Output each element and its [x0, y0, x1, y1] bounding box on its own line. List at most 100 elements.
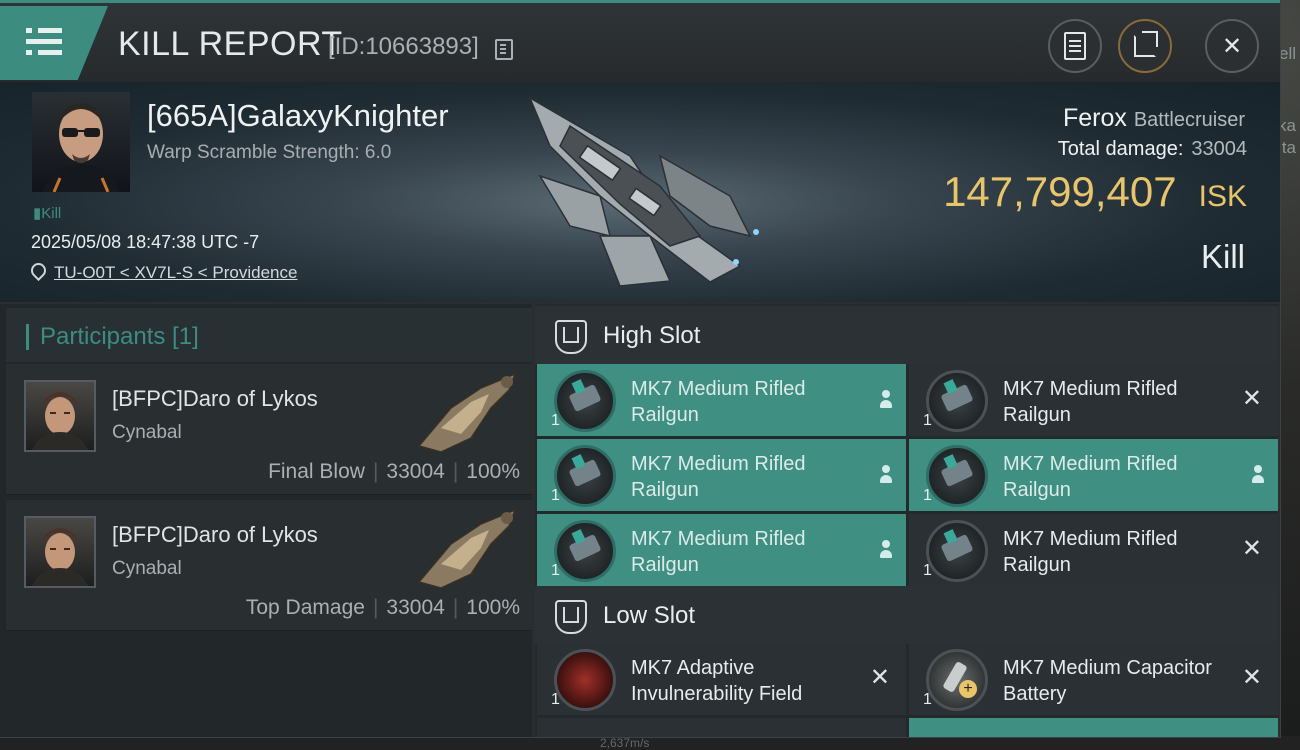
module-name: MK7 Medium Rifled Railgun	[1003, 378, 1178, 426]
destroyed-x-icon: ✕	[869, 664, 890, 691]
participant-percent: 100%	[466, 596, 520, 619]
report-id: [ID:10663893]	[328, 33, 479, 60]
dropped-person-icon	[880, 540, 892, 560]
module-quantity: 1	[551, 487, 560, 504]
high-slot-header: High Slot	[535, 306, 1278, 364]
destroyed-x-icon: ✕	[1241, 664, 1262, 691]
menu-icon-gap	[32, 28, 38, 33]
module-item[interactable]: + 1 MK7 Medium Capacitor Battery ✕	[909, 643, 1278, 715]
ship-class: Battlecruiser	[1133, 109, 1245, 131]
isk-value: 147,799,407 ISK	[943, 168, 1247, 216]
title-bar: KILL REPORT [ID:10663893] ✕	[0, 0, 1280, 83]
capacitor-battery-icon: +	[926, 649, 988, 711]
kill-datetime: 2025/05/08 18:47:38 UTC -7	[31, 232, 260, 252]
high-slot-title: High Slot	[603, 322, 701, 349]
participant-name[interactable]: [BFPC]Daro of Lykos	[112, 386, 318, 412]
low-slot-header: Low Slot	[535, 586, 1278, 644]
kill-result: Kill	[1200, 238, 1245, 275]
railgun-icon	[554, 520, 616, 582]
location-pin-icon	[27, 259, 50, 282]
dropped-person-icon	[880, 390, 892, 410]
participant-row[interactable]: [BFPC]Daro of Lykos Cynabal Final Blow | 3…	[6, 364, 532, 495]
victim-name[interactable]: [665A]GalaxyKnighter	[147, 98, 449, 134]
module-name: MK7 Adaptive Invulnerability Field	[631, 657, 803, 705]
low-slot-icon	[555, 600, 587, 634]
module-item[interactable]: 1 MK7 Medium Rifled Railgun	[909, 439, 1278, 511]
participant-row[interactable]: [BFPC]Daro of Lykos Cynabal Top Damage | 3…	[6, 500, 532, 631]
close-button[interactable]: ✕	[1205, 19, 1259, 73]
participant-percent: 100%	[466, 460, 520, 483]
railgun-icon	[926, 445, 988, 507]
participants-panel: Participants [1] [BFPC]Daro of Lykos Cyn…	[0, 304, 532, 737]
module-quantity: 1	[923, 562, 932, 579]
menu-icon-bar	[26, 39, 62, 44]
module-item-partial[interactable]	[909, 718, 1278, 737]
victim-header: [665A]GalaxyKnighter Warp Scramble Stren…	[0, 82, 1280, 302]
close-icon: ✕	[1221, 32, 1243, 60]
menu-button[interactable]	[0, 6, 108, 80]
participant-ship-image	[417, 372, 517, 453]
ship-name: Ferox	[1062, 104, 1127, 132]
participant-name[interactable]: [BFPC]Daro of Lykos	[112, 522, 318, 548]
high-slot-icon	[555, 320, 587, 354]
menu-icon-gap	[32, 50, 38, 55]
module-quantity: 1	[923, 412, 932, 429]
participant-damage: 33004	[386, 460, 445, 483]
participant-role: Top Damage	[245, 596, 365, 619]
clipboard-icon	[1064, 32, 1086, 60]
module-name: MK7 Medium Rifled Railgun	[1003, 453, 1178, 501]
module-quantity: 1	[923, 691, 932, 708]
kill-tag-label: Kill	[41, 205, 62, 222]
railgun-icon	[554, 370, 616, 432]
module-name: MK7 Medium Rifled Railgun	[1003, 528, 1178, 576]
total-damage-value: 33004	[1191, 138, 1247, 160]
module-name: MK7 Medium Rifled Railgun	[631, 453, 806, 501]
fitting-panel: High Slot 1 MK7 Medium Rifled Railgun 1 …	[535, 304, 1278, 737]
participant-stats: Top Damage | 33004 | 100%	[245, 596, 520, 619]
module-item-partial[interactable]	[537, 718, 906, 737]
module-name: MK7 Medium Rifled Railgun	[631, 528, 806, 576]
invulnerability-field-icon	[554, 649, 616, 711]
participant-ship: Cynabal	[112, 422, 182, 443]
low-slot-title: Low Slot	[603, 602, 696, 629]
location-link[interactable]: TU-O0T < XV7L-S < Providence	[54, 263, 297, 282]
kill-tag: ▮Kill	[33, 205, 62, 222]
participant-ship: Cynabal	[112, 558, 182, 579]
kill-report-window: KILL REPORT [ID:10663893] ✕ [665A]Galaxy…	[0, 0, 1281, 738]
isk-unit: ISK	[1198, 180, 1247, 213]
victim-ship-image	[528, 96, 759, 287]
share-icon	[1134, 31, 1158, 57]
module-quantity: 1	[551, 562, 560, 579]
module-item[interactable]: 1 MK7 Medium Rifled Railgun	[537, 514, 906, 586]
participant-damage: 33004	[386, 596, 445, 619]
participant-portrait	[24, 516, 96, 588]
victim-ship: Ferox Battlecruiser	[1063, 104, 1245, 133]
module-quantity: 1	[551, 412, 560, 429]
kill-location[interactable]: TU-O0T < XV7L-S < Providence	[27, 259, 297, 283]
total-damage: Total damage: 33004	[1058, 138, 1247, 161]
header-accent	[26, 324, 29, 350]
copy-icon[interactable]	[495, 39, 513, 60]
module-item[interactable]: 1 MK7 Medium Rifled Railgun ✕	[909, 364, 1278, 436]
total-damage-label: Total damage:	[1057, 138, 1184, 160]
share-button[interactable]	[1118, 19, 1172, 73]
participants-title: Participants [1]	[40, 323, 199, 350]
participant-ship-image	[417, 508, 517, 589]
module-quantity: 1	[923, 487, 932, 504]
module-item[interactable]: 1 MK7 Medium Rifled Railgun ✕	[909, 514, 1278, 586]
window-title: KILL REPORT	[118, 25, 343, 63]
module-item[interactable]: 1 MK7 Medium Rifled Railgun	[537, 439, 906, 511]
module-item[interactable]: 1 MK7 Adaptive Invulnerability Field ✕	[537, 643, 906, 715]
participant-stats: Final Blow | 33004 | 100%	[268, 460, 520, 483]
railgun-icon	[926, 520, 988, 582]
warp-scramble-strength: Warp Scramble Strength: 6.0	[147, 142, 392, 163]
dropped-person-icon	[1252, 465, 1264, 485]
module-name: MK7 Medium Capacitor Battery	[1003, 657, 1212, 705]
module-item[interactable]: 1 MK7 Medium Rifled Railgun	[537, 364, 906, 436]
railgun-icon	[554, 445, 616, 507]
railgun-icon	[926, 370, 988, 432]
isk-amount: 147,799,407	[943, 168, 1177, 215]
destroyed-x-icon: ✕	[1241, 535, 1262, 562]
clipboard-button[interactable]	[1048, 19, 1102, 73]
bottom-hud: 2,637m/s	[0, 736, 1300, 750]
